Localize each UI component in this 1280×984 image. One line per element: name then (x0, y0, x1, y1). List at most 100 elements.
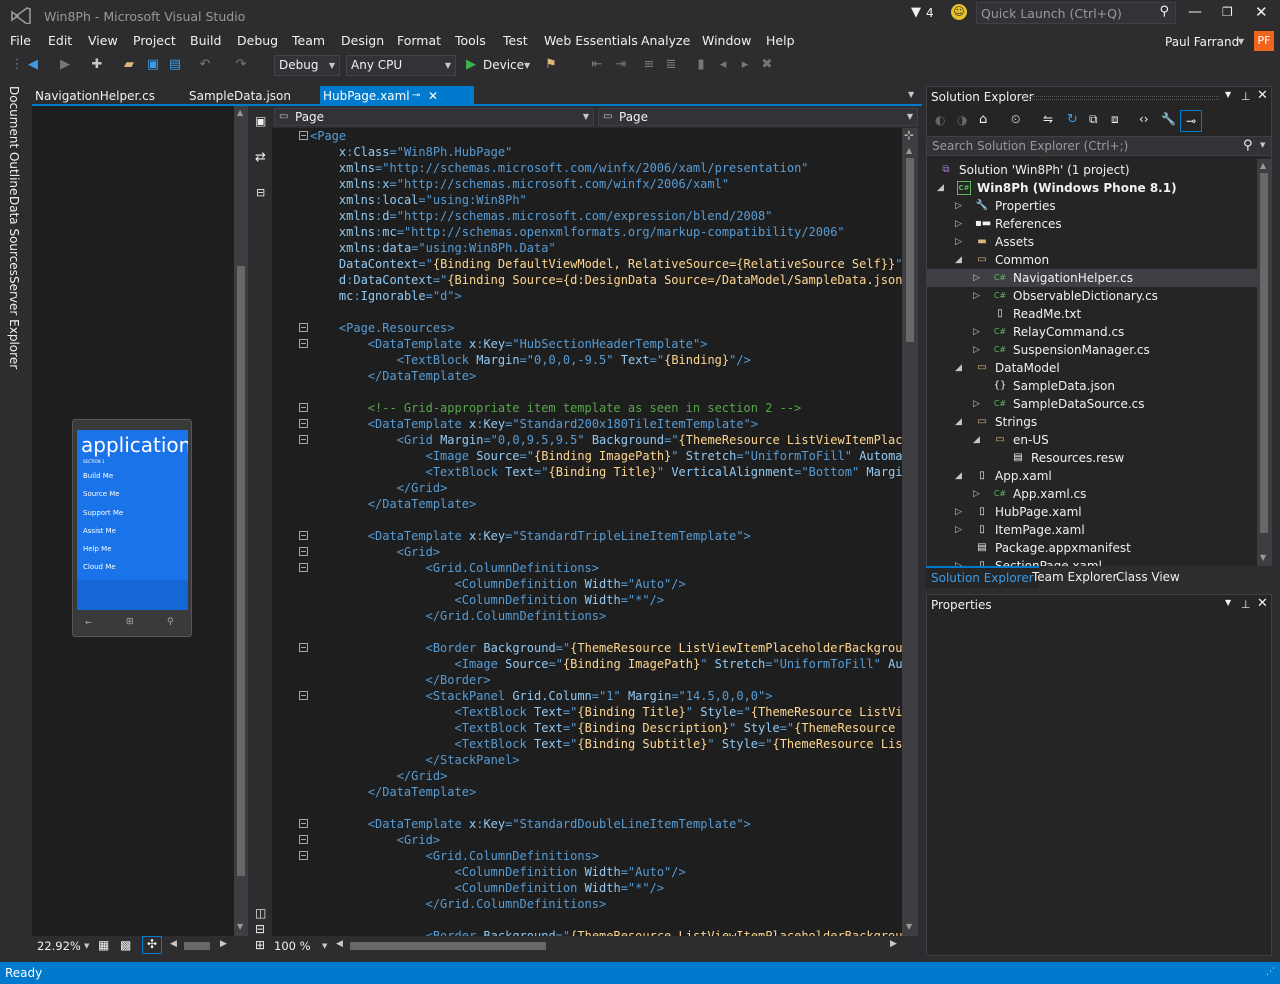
snap-lines-icon[interactable]: ✣ (142, 936, 162, 954)
tree-item-readme[interactable]: ▯ ReadMe.txt (927, 305, 1257, 323)
notification-count[interactable]: 4 (926, 6, 934, 20)
refresh-icon[interactable]: ↻ (1067, 112, 1078, 127)
scroll-thumb[interactable] (237, 266, 245, 876)
swap-panes-icon[interactable]: ⇄ (255, 150, 266, 165)
preview-icon[interactable]: ⊸ (1180, 110, 1202, 132)
type-dropdown[interactable]: ▭ Page ▼ (274, 108, 594, 126)
collapsed-arrow-icon[interactable]: ▷ (973, 395, 980, 413)
tree-item-observable-dictionary[interactable]: ▷ C# ObservableDictionary.cs (927, 287, 1257, 305)
collapsed-arrow-icon[interactable]: ▷ (973, 287, 980, 305)
scroll-thumb[interactable] (906, 158, 914, 342)
document-outline-tab[interactable]: Document Outline (7, 86, 21, 195)
tree-item-datamodel[interactable]: ◢ ▭ DataModel (927, 359, 1257, 377)
menu-analyze[interactable]: Analyze (641, 33, 690, 48)
scroll-down-icon[interactable]: ▼ (906, 922, 912, 931)
user-avatar[interactable]: PF (1254, 31, 1274, 51)
search-options-chevron-icon[interactable]: ▼ (1260, 141, 1265, 149)
tree-item-references[interactable]: ▷ ▪▬ References (927, 215, 1257, 233)
split-handle-icon[interactable]: ⊹ (904, 128, 914, 142)
collapsed-arrow-icon[interactable]: ▷ (973, 269, 980, 287)
tree-item-assets[interactable]: ▷ ▬ Assets (927, 233, 1257, 251)
outline-collapse-icon[interactable] (299, 691, 308, 700)
collapsed-arrow-icon[interactable]: ▷ (955, 233, 962, 251)
new-project-icon[interactable]: ✚ (88, 56, 106, 74)
prev-bookmark-icon[interactable]: ◂ (714, 56, 732, 74)
tree-item-solution[interactable]: ⧉ Solution 'Win8Ph' (1 project) (927, 161, 1257, 179)
search-icon[interactable]: ⚲ (1159, 4, 1169, 19)
h-scroll-thumb[interactable] (184, 942, 210, 950)
start-debugging-icon[interactable]: ▶ (462, 56, 480, 74)
tab-navigation-helper[interactable]: NavigationHelper.cs (32, 86, 182, 106)
scroll-left-icon[interactable]: ◀ (336, 939, 343, 949)
scroll-right-icon[interactable]: ▶ (220, 939, 227, 949)
h-scroll-thumb[interactable] (350, 942, 546, 950)
design-view-icon[interactable]: ▣ (255, 114, 266, 128)
scroll-up-icon[interactable]: ▲ (906, 146, 912, 155)
tree-item-common[interactable]: ◢ ▭ Common (927, 251, 1257, 269)
server-explorer-tab[interactable]: Server Explorer (7, 276, 21, 369)
collapsed-arrow-icon[interactable]: ▷ (973, 323, 980, 341)
scroll-down-icon[interactable]: ▼ (237, 922, 243, 931)
tree-item-project[interactable]: ◢ C# Win8Ph (Windows Phone 8.1) (927, 179, 1257, 197)
editor-zoom[interactable]: 100 % (274, 939, 311, 953)
properties-wrench-icon[interactable]: 🔧 (1161, 112, 1176, 126)
expanded-arrow-icon[interactable]: ◢ (973, 431, 980, 449)
search-icon[interactable]: ⚲ (1243, 138, 1253, 153)
menu-team[interactable]: Team (292, 33, 325, 48)
tree-item-suspension-manager[interactable]: ▷ C# SuspensionManager.cs (927, 341, 1257, 359)
undo-icon[interactable]: ↶ (196, 56, 214, 74)
tree-item-sample-data-json[interactable]: {} SampleData.json (927, 377, 1257, 395)
data-sources-tab[interactable]: Data Sources (7, 196, 21, 276)
tab-overflow-chevron-icon[interactable]: ▼ (908, 90, 914, 99)
pane-menu-chevron-icon[interactable]: ▼ (1225, 598, 1231, 607)
scroll-down-icon[interactable]: ▼ (1260, 553, 1266, 562)
pin-icon[interactable]: ⊸ (412, 86, 420, 106)
tab-solution-explorer[interactable]: Solution Explorer (926, 566, 1039, 588)
open-file-icon[interactable]: ▰ (120, 56, 138, 74)
scroll-left-icon[interactable]: ◀ (170, 939, 177, 949)
outline-collapse-icon[interactable] (299, 435, 308, 444)
menu-window[interactable]: Window (702, 33, 751, 48)
snap-grid-icon[interactable]: ▩ (120, 938, 131, 952)
zoom-chevron-icon[interactable]: ▼ (322, 942, 327, 950)
view-code-icon[interactable]: ‹› (1139, 112, 1149, 126)
xaml-designer-surface[interactable]: application r SECTION 1 Build Me Source … (32, 106, 234, 936)
tab-team-explorer[interactable]: Team Explorer (1032, 570, 1118, 584)
tab-sample-data[interactable]: SampleData.json (186, 86, 316, 106)
forward-icon[interactable]: ◑ (957, 113, 967, 127)
notification-flag-icon[interactable]: ▼ (911, 5, 921, 20)
outline-collapse-icon[interactable] (299, 563, 308, 572)
scroll-up-icon[interactable]: ▲ (237, 108, 243, 117)
tree-item-resources-resw[interactable]: ▤ Resources.resw (927, 449, 1257, 467)
grid-icon[interactable]: ▦ (98, 938, 109, 952)
collapsed-arrow-icon[interactable]: ▷ (955, 215, 962, 233)
tree-item-app-xaml-cs[interactable]: ▷ C# App.xaml.cs (927, 485, 1257, 503)
solution-configuration-select[interactable]: Debug ▼ (274, 55, 340, 76)
menu-test[interactable]: Test (503, 33, 528, 48)
menu-web-essentials[interactable]: Web Essentials (544, 33, 638, 48)
navigate-back-icon[interactable]: ◀ (24, 56, 42, 74)
home-icon[interactable]: ⌂ (979, 112, 987, 127)
tree-item-relay-command[interactable]: ▷ C# RelayCommand.cs (927, 323, 1257, 341)
vertical-split-icon[interactable]: ◫ (255, 906, 266, 920)
run-target-chevron-icon[interactable]: ▼ (524, 61, 530, 70)
tree-item-navigation-helper[interactable]: ▷ C# NavigationHelper.cs (927, 269, 1257, 287)
menu-view[interactable]: View (88, 33, 118, 48)
outline-collapse-icon[interactable] (299, 339, 308, 348)
collapse-all-icon[interactable]: ⧉ (1089, 112, 1098, 127)
pin-icon[interactable]: ⊥ (1241, 598, 1251, 611)
sync-icon[interactable]: ⇋ (1043, 112, 1053, 126)
outline-collapse-icon[interactable] (299, 531, 308, 540)
collapsed-arrow-icon[interactable]: ▷ (955, 503, 962, 521)
tree-item-en-us[interactable]: ◢ ▭ en-US (927, 431, 1257, 449)
tab-class-view[interactable]: Class View (1116, 570, 1180, 584)
outline-collapse-icon[interactable] (299, 643, 308, 652)
outline-collapse-icon[interactable] (299, 819, 308, 828)
restore-button[interactable]: ❐ (1222, 5, 1233, 19)
menu-debug[interactable]: Debug (237, 33, 278, 48)
expanded-arrow-icon[interactable]: ◢ (955, 467, 962, 485)
tree-vertical-scrollbar[interactable]: ▲ ▼ (1257, 159, 1271, 567)
outline-collapse-icon[interactable] (299, 547, 308, 556)
tab-hubpage-xaml[interactable]: HubPage.xaml ⊸ ✕ (320, 86, 474, 106)
expanded-arrow-icon[interactable]: ◢ (955, 251, 962, 269)
